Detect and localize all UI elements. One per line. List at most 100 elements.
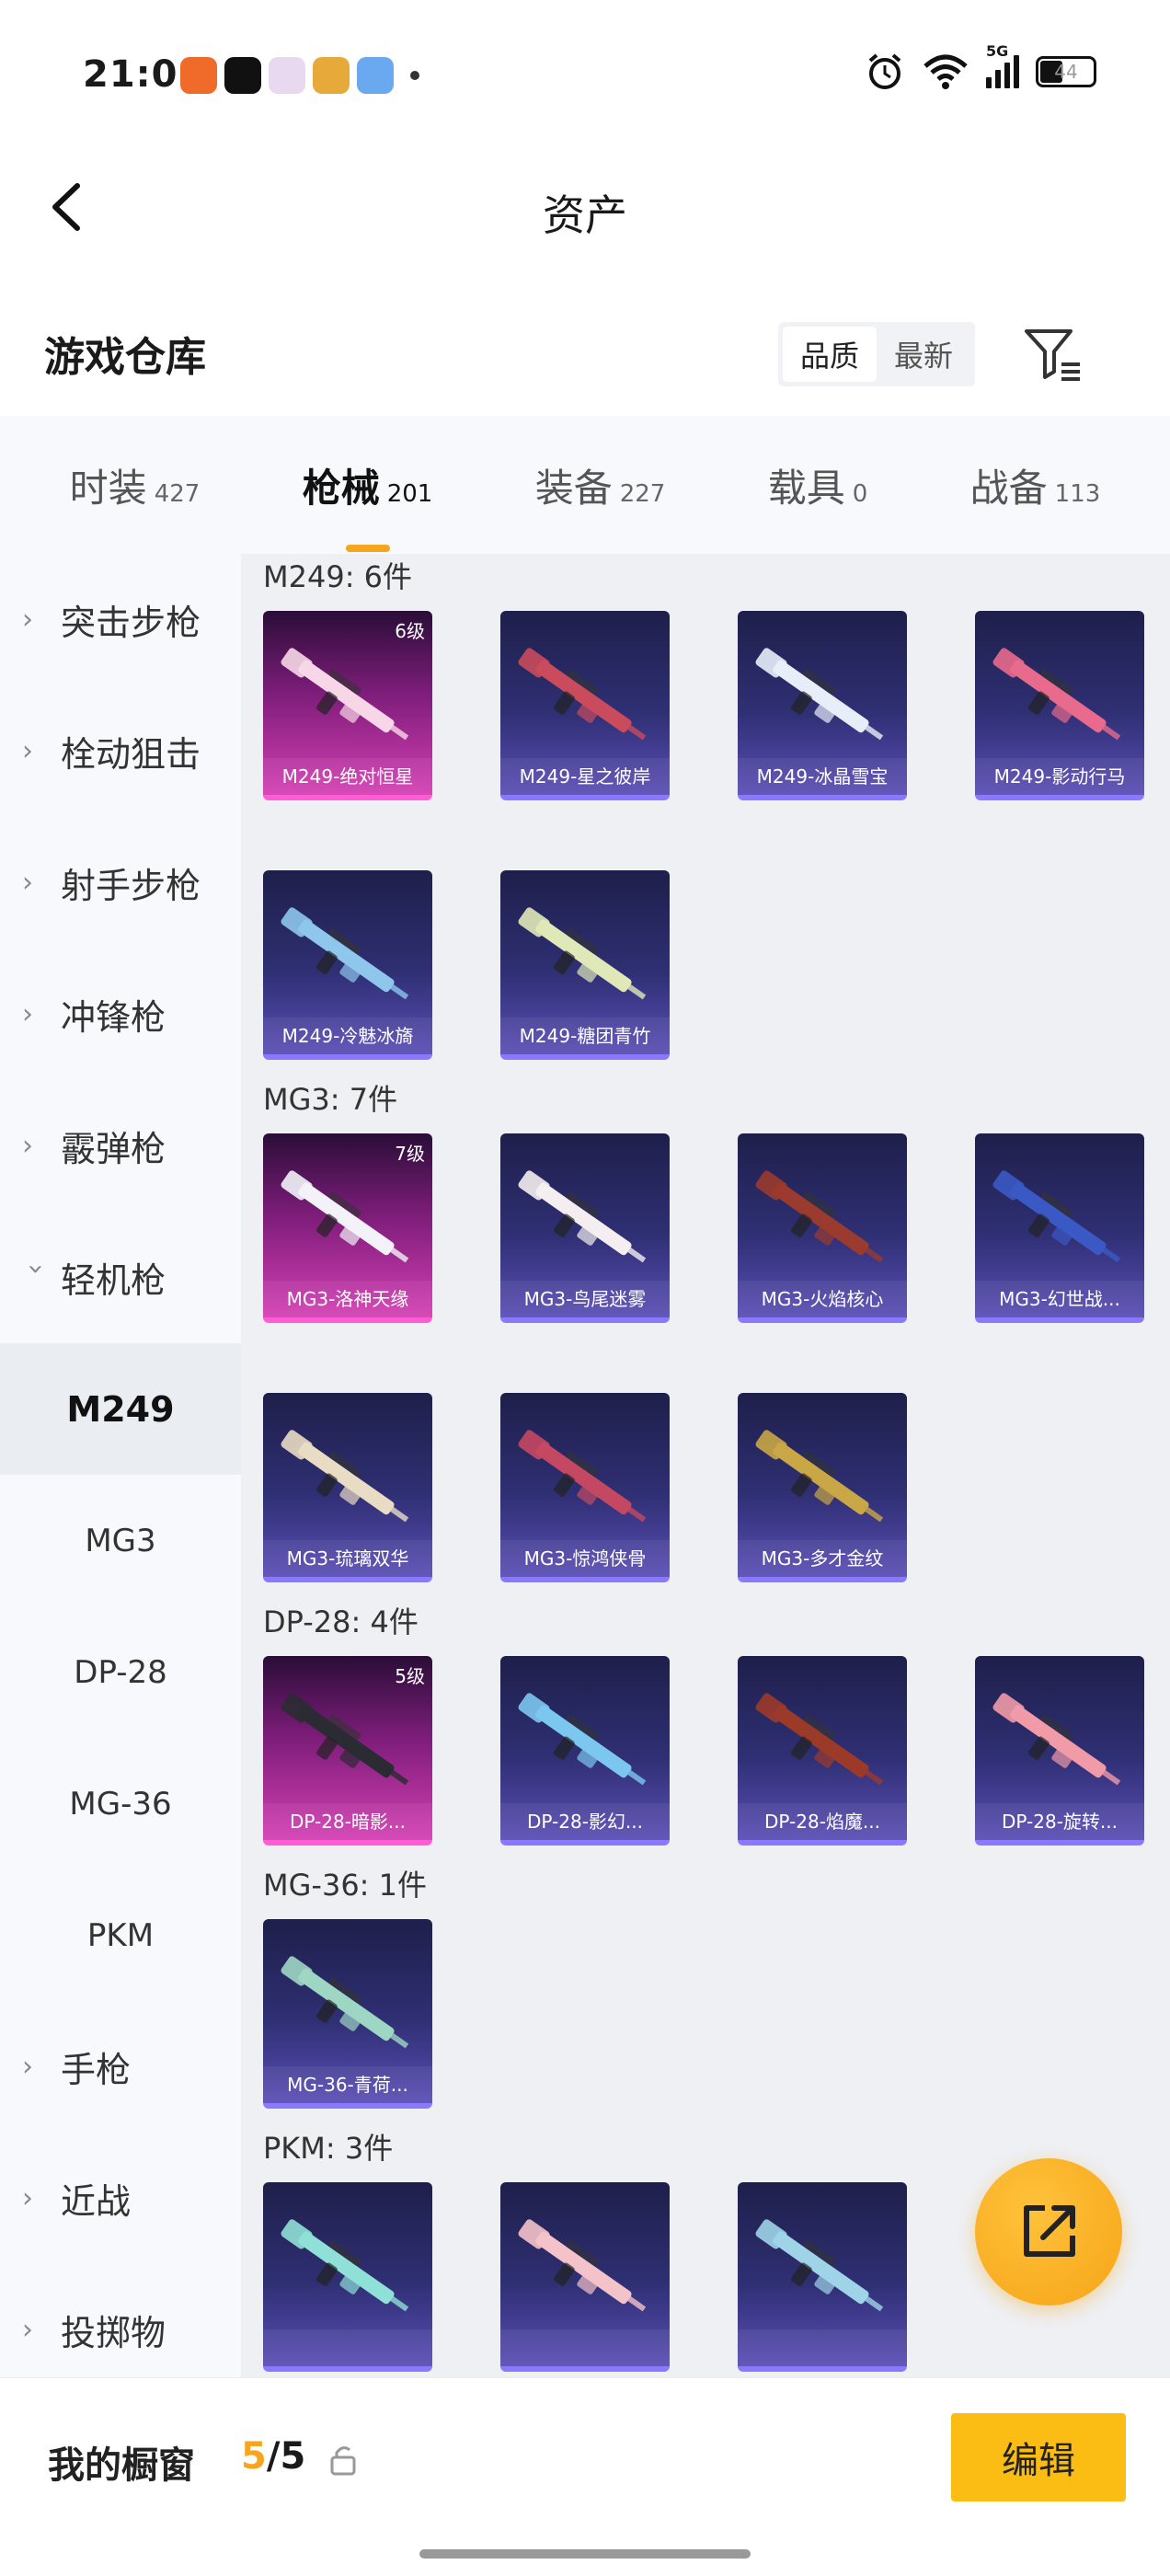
skin-name — [500, 2329, 670, 2366]
skin-card[interactable]: M249-糖团青竹 — [500, 870, 670, 1060]
skin-card[interactable] — [263, 2182, 432, 2372]
skin-card[interactable]: DP-28-影幻... — [500, 1656, 670, 1846]
sidebar-item-label: 手枪 — [61, 2050, 132, 2090]
weapon-image — [281, 1956, 409, 2049]
home-indicator — [419, 2549, 751, 2559]
skin-name: DP-28-影幻... — [500, 1803, 670, 1840]
skin-card[interactable]: MG-36-青荷... — [263, 1919, 432, 2109]
showcase-count: 5/5 — [241, 2435, 305, 2478]
skin-name: MG3-鸟尾迷雾 — [500, 1281, 670, 1317]
cellular-signal-icon: 5G — [986, 42, 1019, 88]
skin-card[interactable]: MG3-鸟尾迷雾 — [500, 1133, 670, 1323]
app-notification-icon — [313, 57, 350, 94]
tab-weapons[interactable]: 枪械 201 — [303, 457, 433, 552]
chevron-right-icon: › — [22, 604, 33, 636]
skin-card[interactable] — [500, 2182, 670, 2372]
sidebar-subitem-mg36[interactable]: MG-36 — [0, 1738, 241, 1869]
skin-card[interactable]: M249-影动行马 — [975, 611, 1144, 800]
skin-name: MG3-幻世战... — [975, 1281, 1144, 1317]
skin-card[interactable] — [738, 2182, 907, 2372]
skin-card[interactable]: MG3-多才金纹 — [738, 1393, 907, 1582]
sidebar-subitem-pkm[interactable]: PKM — [0, 1869, 241, 2001]
skin-card[interactable]: DP-28-旋转... — [975, 1656, 1144, 1846]
chevron-right-icon: › — [22, 1130, 33, 1162]
sidebar-item-label: 霰弹枪 — [61, 1129, 166, 1169]
sidebar-subitem-dp28[interactable]: DP-28 — [0, 1606, 241, 1738]
tab-label: 战备 — [969, 465, 1048, 511]
tab-outfits[interactable]: 时装 427 — [70, 457, 201, 513]
wifi-icon — [923, 54, 968, 89]
tab-count: 201 — [386, 479, 433, 508]
sidebar-item-label: 轻机枪 — [61, 1260, 166, 1301]
skin-card[interactable]: MG3-幻世战... — [975, 1133, 1144, 1323]
skin-name: M249-星之彼岸 — [500, 758, 670, 795]
weapon-image — [992, 648, 1121, 741]
group-label: MG3: 7件 — [263, 1082, 398, 1117]
skin-card[interactable]: MG3-惊鸿侠骨 — [500, 1393, 670, 1582]
tab-label: 载具 — [767, 465, 845, 511]
group-label: M249: 6件 — [263, 559, 413, 594]
skin-card[interactable]: DP-28-焰魔... — [738, 1656, 907, 1846]
skin-name: MG-36-青荷... — [263, 2066, 432, 2103]
weapon-image — [281, 907, 409, 1000]
network-type: 5G — [986, 42, 1009, 60]
tiktok-notification-icon — [224, 57, 261, 94]
title-bar: 资产 — [0, 147, 1170, 267]
sidebar-item-marksman-rifle[interactable]: › 射手步枪 — [0, 817, 241, 949]
skin-card[interactable]: MG3-琉璃双华 — [263, 1393, 432, 1582]
skin-grade: 6级 — [395, 620, 425, 642]
tab-battle-supplies[interactable]: 战备 113 — [970, 457, 1101, 513]
skin-card[interactable]: M249-冰晶雪宝 — [738, 611, 907, 800]
weapon-image — [281, 1693, 409, 1786]
weapon-image — [281, 1170, 409, 1263]
skin-card[interactable]: 6级 M249-绝对恒星 — [263, 611, 432, 800]
sidebar-item-bolt-sniper[interactable]: › 栓动狙击 — [0, 685, 241, 817]
sidebar-item-assault-rifle[interactable]: › 突击步枪 — [0, 554, 241, 685]
tab-count: 427 — [154, 479, 201, 508]
skin-card[interactable]: M249-星之彼岸 — [500, 611, 670, 800]
sidebar-item-shotgun[interactable]: › 霰弹枪 — [0, 1080, 241, 1212]
sidebar-item-melee[interactable]: › 近战 — [0, 2133, 241, 2264]
battery-icon: 44 — [1036, 56, 1096, 87]
skin-card[interactable]: MG3-火焰核心 — [738, 1133, 907, 1323]
skin-name: DP-28-暗影... — [263, 1803, 432, 1840]
sidebar-subitem-m249[interactable]: M249 — [0, 1343, 241, 1475]
skin-card[interactable]: 7级 MG3-洛神天缘 — [263, 1133, 432, 1323]
more-notifications-dot — [410, 71, 419, 80]
skin-name: M249-影动行马 — [975, 758, 1144, 795]
alarm-icon — [868, 53, 901, 89]
chevron-right-icon: › — [22, 867, 33, 899]
sort-newest-option[interactable]: 最新 — [877, 327, 970, 382]
skin-name: MG3-火焰核心 — [738, 1281, 907, 1317]
skin-grid: M249: 6件 6级 M249-绝对恒星 M249-星之彼岸 M249-冰晶雪宝 M24… — [241, 554, 1170, 2377]
skin-card[interactable]: 5级 DP-28-暗影... — [263, 1656, 432, 1846]
lock-icon — [330, 2446, 356, 2476]
sidebar-subitem-mg3[interactable]: MG3 — [0, 1475, 241, 1606]
sidebar-item-lmg[interactable]: › 轻机枪 — [0, 1212, 241, 1343]
skin-card[interactable]: M249-冷魅冰旖 — [263, 870, 432, 1060]
filter-icon[interactable] — [1021, 322, 1085, 386]
sidebar-item-throwable[interactable]: › 投掷物 — [0, 2264, 241, 2396]
sidebar-item-smg[interactable]: › 冲锋枪 — [0, 949, 241, 1080]
notification-icons — [180, 57, 419, 94]
sidebar-item-pistol[interactable]: › 手枪 — [0, 2001, 241, 2133]
showcase-current: 5 — [241, 2435, 267, 2478]
share-button[interactable] — [975, 2158, 1122, 2306]
tab-label: 时装 — [69, 465, 147, 511]
sidebar-item-label: 投掷物 — [61, 2313, 166, 2353]
tab-equipment[interactable]: 装备 227 — [535, 457, 666, 513]
weapon-image — [518, 907, 647, 1000]
weapon-image — [755, 1430, 884, 1523]
skin-name: DP-28-焰魔... — [738, 1803, 907, 1840]
showcase-total: /5 — [266, 2435, 306, 2478]
skin-name: M249-冰晶雪宝 — [738, 758, 907, 795]
tab-vehicles[interactable]: 载具 0 — [768, 457, 868, 513]
edit-button[interactable]: 编辑 — [951, 2413, 1126, 2501]
sort-quality-option[interactable]: 品质 — [783, 327, 877, 382]
group-label: MG-36: 1件 — [263, 1868, 427, 1903]
tab-count: 227 — [619, 479, 666, 508]
chevron-right-icon: › — [22, 2314, 33, 2346]
sort-toggle: 品质 最新 — [778, 322, 975, 386]
sidebar-item-label: 射手步枪 — [61, 866, 201, 906]
skin-name: M249-绝对恒星 — [263, 758, 432, 795]
